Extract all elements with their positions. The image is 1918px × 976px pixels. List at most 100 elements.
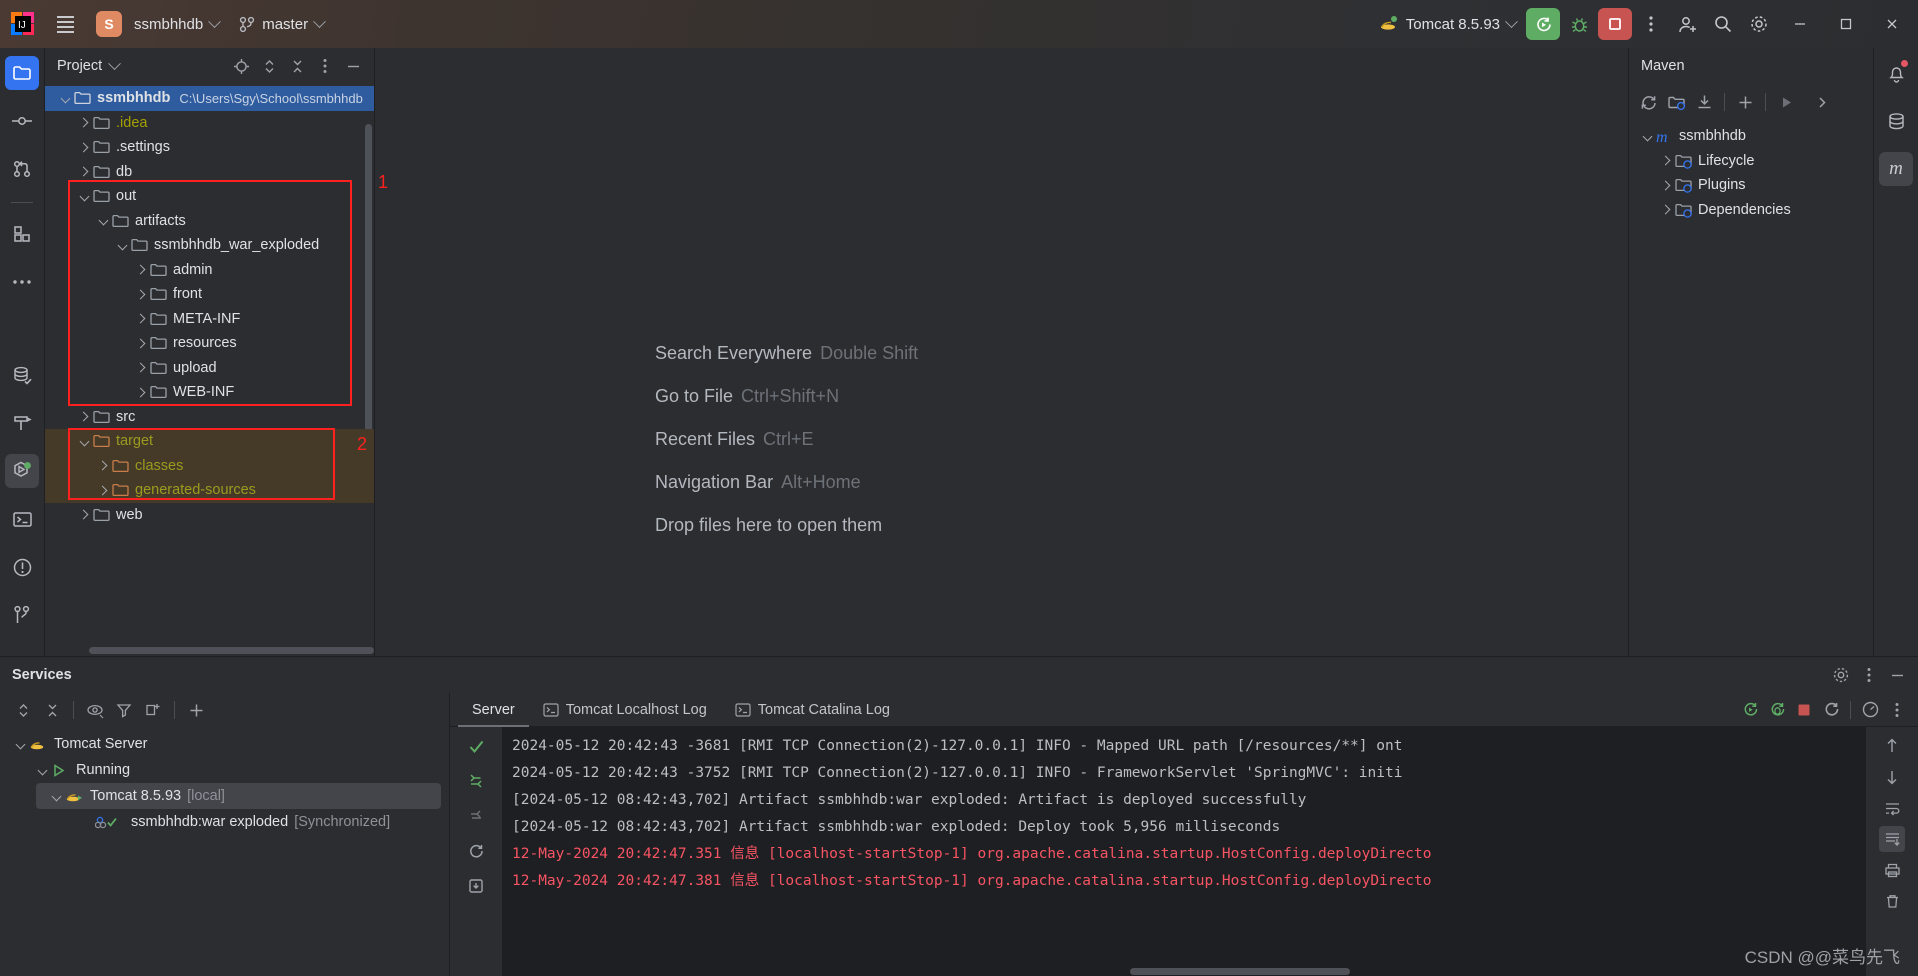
maven-m-icon[interactable]: m	[1879, 152, 1913, 186]
tree-node-db[interactable]: db	[45, 160, 374, 185]
search-icon[interactable]	[1706, 7, 1740, 41]
main-menu-button[interactable]	[48, 7, 82, 41]
editor-area[interactable]: Search Everywhere Double Shift Go to File C…	[375, 48, 1628, 656]
minus-icon[interactable]	[340, 53, 366, 79]
maven-node-dependencies[interactable]: Dependencies	[1629, 198, 1873, 223]
chevron-right-icon[interactable]	[78, 409, 93, 424]
target-icon[interactable]	[228, 53, 254, 79]
rerun-icon[interactable]	[1737, 697, 1763, 723]
service-node-ssmbhhdb-war-exploded[interactable]: ssmbhhdb:war exploded [Synchronized]	[0, 809, 449, 835]
service-node-tomcat-8-5-93[interactable]: Tomcat 8.5.93 [local]	[36, 783, 441, 809]
branch-selector[interactable]: master	[231, 9, 332, 39]
chevron-right-icon[interactable]	[97, 458, 112, 473]
scroll-end-icon[interactable]	[1879, 826, 1905, 852]
console-hscrollbar[interactable]	[1130, 968, 1350, 975]
rerun-button[interactable]	[1526, 8, 1560, 40]
more-vertical-icon[interactable]	[1856, 662, 1882, 688]
console-output[interactable]: 2024-05-12 20:42:43 -3681 [RMI TCP Conne…	[502, 727, 1866, 976]
close-icon[interactable]	[1870, 4, 1914, 44]
stop-icon[interactable]	[1791, 697, 1817, 723]
print-icon[interactable]	[1879, 857, 1905, 883]
maven-node-plugins[interactable]: Plugins	[1629, 173, 1873, 198]
run-configuration-selector[interactable]: Tomcat 8.5.93	[1371, 9, 1524, 39]
updown-chevron-icon[interactable]	[10, 697, 36, 723]
sidebar-item-pull-requests[interactable]	[5, 152, 39, 186]
chevron-right-icon[interactable]	[97, 483, 112, 498]
chevron-right-icon[interactable]	[1660, 178, 1675, 193]
tree-node-upload[interactable]: upload	[45, 356, 374, 381]
add-folder-icon[interactable]	[1663, 89, 1689, 115]
tree-node-web-inf[interactable]: WEB-INF	[45, 380, 374, 405]
chevron-down-icon[interactable]	[1641, 129, 1656, 144]
refresh-icon[interactable]	[1635, 89, 1661, 115]
tree-node-artifacts[interactable]: artifacts	[45, 209, 374, 234]
step-over-icon[interactable]	[463, 768, 489, 794]
stop-button[interactable]	[1598, 8, 1632, 40]
tab-tomcat-catalina-log[interactable]: Tomcat Catalina Log	[721, 693, 904, 727]
chevron-right-icon[interactable]	[135, 287, 150, 302]
arrow-down-icon[interactable]	[1879, 764, 1905, 790]
tree-node-resources[interactable]: resources	[45, 331, 374, 356]
updown-chevron-icon[interactable]	[256, 53, 282, 79]
profiler-icon[interactable]	[1857, 697, 1883, 723]
step-into-icon[interactable]	[463, 803, 489, 829]
play-icon[interactable]	[1773, 89, 1799, 115]
chevron-right-icon[interactable]	[135, 360, 150, 375]
project-tree-hscrollbar[interactable]	[89, 647, 374, 654]
tree-node-src[interactable]: src	[45, 405, 374, 430]
chevron-right-icon[interactable]	[1660, 153, 1675, 168]
chevron-right-icon[interactable]	[1660, 202, 1675, 217]
sidebar-item-more-tool-windows[interactable]	[5, 265, 39, 299]
more-vertical-icon[interactable]	[312, 53, 338, 79]
arrow-up-icon[interactable]	[1879, 733, 1905, 759]
chevron-right-icon[interactable]	[78, 164, 93, 179]
chevron-down-icon[interactable]	[14, 737, 29, 752]
sidebar-item-problems[interactable]	[5, 550, 39, 584]
sidebar-item-services[interactable]	[5, 454, 39, 488]
chevron-down-icon[interactable]	[78, 434, 93, 449]
notifications-bell-icon[interactable]	[1879, 56, 1913, 90]
sidebar-item-database[interactable]	[5, 358, 39, 392]
tab-tomcat-localhost-log[interactable]: Tomcat Localhost Log	[529, 693, 721, 727]
maximize-icon[interactable]	[1824, 4, 1868, 44]
tree-node--idea[interactable]: .idea	[45, 111, 374, 136]
account-icon[interactable]	[1670, 7, 1704, 41]
tree-node-front[interactable]: front	[45, 282, 374, 307]
sidebar-item-structure[interactable]	[5, 217, 39, 251]
maven-node-lifecycle[interactable]: Lifecycle	[1629, 149, 1873, 174]
chevron-right-icon[interactable]	[78, 507, 93, 522]
minus-icon[interactable]	[1884, 662, 1910, 688]
chevron-down-icon[interactable]	[78, 189, 93, 204]
sidebar-item-commit[interactable]	[5, 104, 39, 138]
tree-node-out[interactable]: out	[45, 184, 374, 209]
plus-icon[interactable]	[183, 697, 209, 723]
tab-server[interactable]: Server	[458, 693, 529, 727]
chevron-down-icon[interactable]	[36, 763, 51, 778]
chevron-down-icon[interactable]	[108, 56, 122, 70]
maven-node-ssmbhhdb[interactable]: m ssmbhhdb	[1629, 124, 1873, 149]
debug-button[interactable]	[1562, 7, 1596, 41]
filter-icon[interactable]	[111, 697, 137, 723]
tree-node-meta-inf[interactable]: META-INF	[45, 307, 374, 332]
rerun-debug-icon[interactable]	[1764, 697, 1790, 723]
more-vertical-icon[interactable]	[1884, 697, 1910, 723]
download-icon[interactable]	[1691, 89, 1717, 115]
tree-node--settings[interactable]: .settings	[45, 135, 374, 160]
tree-node-classes[interactable]: classes	[45, 453, 374, 478]
refresh-icon[interactable]	[463, 838, 489, 864]
more-actions-button[interactable]	[1634, 7, 1668, 41]
chevron-right-icon[interactable]	[78, 115, 93, 130]
chevron-right-icon[interactable]	[135, 336, 150, 351]
chevron-right-icon[interactable]	[135, 262, 150, 277]
chevron-down-icon[interactable]	[59, 91, 74, 106]
tree-node-admin[interactable]: admin	[45, 258, 374, 283]
service-node-tomcat-server[interactable]: Tomcat Server	[0, 731, 449, 757]
service-node-running[interactable]: Running	[0, 757, 449, 783]
tree-node-ssmbhhdb[interactable]: ssmbhhdb C:\Users\Sgy\School\ssmbhhdb	[45, 86, 374, 111]
restart-icon[interactable]	[1818, 697, 1844, 723]
tree-node-ssmbhhdb-war-exploded[interactable]: ssmbhhdb_war_exploded	[45, 233, 374, 258]
chevron-right-icon[interactable]	[1809, 89, 1835, 115]
chevron-down-icon[interactable]	[97, 213, 112, 228]
update-icon[interactable]	[463, 873, 489, 899]
chevron-right-icon[interactable]	[78, 140, 93, 155]
